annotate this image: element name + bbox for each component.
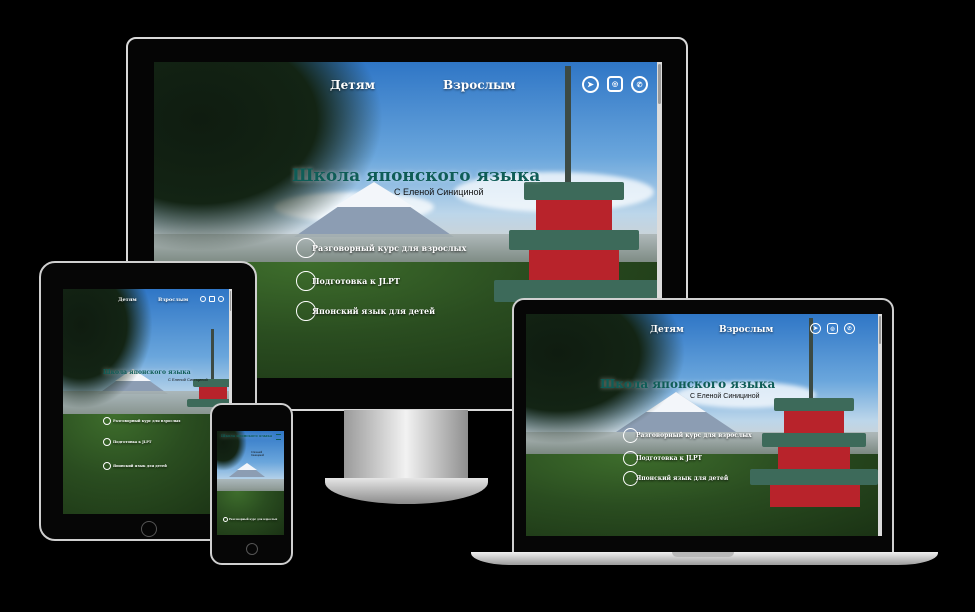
course-jlpt[interactable]: Подготовка к JLPT bbox=[623, 451, 702, 466]
instagram-icon[interactable] bbox=[209, 296, 215, 302]
nav-adults[interactable]: Взрослым bbox=[719, 325, 773, 335]
nav-adults[interactable]: Взрослым bbox=[158, 297, 188, 303]
nav-kids[interactable]: Детям bbox=[118, 297, 137, 303]
course-kids[interactable]: Японский язык для детей bbox=[103, 462, 167, 470]
course-kids[interactable]: Японский язык для детей bbox=[623, 471, 728, 486]
monitor-stand bbox=[344, 410, 468, 480]
course-conversation[interactable]: Разговорный курс для взрослых bbox=[223, 517, 277, 522]
telegram-icon[interactable]: ➤ bbox=[810, 323, 821, 334]
nav-kids[interactable]: Детям bbox=[330, 78, 375, 92]
page-subtitle: С Еленой Синициной bbox=[251, 451, 264, 457]
hero-image bbox=[526, 314, 882, 536]
course-conversation[interactable]: Разговорный курс для взрослых bbox=[623, 428, 752, 443]
tablet-home-button[interactable] bbox=[141, 521, 157, 537]
monitor-stand-base bbox=[325, 478, 488, 504]
page-subtitle: С Еленой Синициной bbox=[394, 187, 484, 197]
social-links bbox=[200, 296, 224, 302]
page-title: Школа японского языка bbox=[103, 369, 191, 376]
instagram-icon[interactable]: ◎ bbox=[827, 323, 838, 334]
tablet-screen: Детям Взрослым Школа японского языка С Е… bbox=[63, 289, 232, 514]
whatsapp-icon[interactable]: ✆ bbox=[631, 76, 648, 93]
course-bullet-icon bbox=[223, 517, 228, 522]
page-title: Школа японского языка bbox=[221, 434, 273, 438]
instagram-icon[interactable]: ◎ bbox=[607, 76, 623, 92]
hamburger-menu-icon[interactable] bbox=[276, 434, 281, 440]
whatsapp-icon[interactable] bbox=[218, 296, 224, 302]
nav-kids[interactable]: Детям bbox=[650, 325, 684, 335]
social-links: ➤ ◎ ✆ bbox=[810, 323, 855, 334]
hero-image bbox=[63, 289, 232, 514]
whatsapp-icon[interactable]: ✆ bbox=[844, 323, 855, 334]
course-jlpt[interactable]: Подготовка к JLPT bbox=[103, 438, 152, 446]
course-kids[interactable]: Японский язык для детей bbox=[296, 301, 435, 321]
telegram-icon[interactable] bbox=[200, 296, 206, 302]
page-subtitle: С Еленой Синициной bbox=[168, 377, 208, 382]
course-conversation[interactable]: Разговорный курс для взрослых bbox=[296, 238, 466, 258]
course-bullet-icon bbox=[103, 462, 111, 470]
course-bullet-icon bbox=[103, 417, 111, 425]
course-conversation[interactable]: Разговорный курс для взрослых bbox=[103, 417, 181, 425]
nav-adults[interactable]: Взрослым bbox=[443, 78, 515, 92]
phone-screen: Школа японского языка С Еленой Синициной… bbox=[217, 431, 284, 535]
laptop-notch bbox=[672, 552, 734, 557]
course-jlpt[interactable]: Подготовка к JLPT bbox=[296, 271, 400, 291]
page-subtitle: С Еленой Синициной bbox=[690, 393, 760, 400]
page-title: Школа японского языка bbox=[292, 166, 541, 186]
telegram-icon[interactable]: ➤ bbox=[582, 76, 599, 93]
social-links: ➤ ◎ ✆ bbox=[582, 76, 648, 93]
scrollbar[interactable] bbox=[878, 314, 882, 536]
course-bullet-icon bbox=[103, 438, 111, 446]
page-title: Школа японского языка bbox=[600, 377, 776, 391]
phone-home-button[interactable] bbox=[246, 543, 258, 555]
pagoda-image bbox=[744, 314, 882, 536]
laptop-screen: Детям Взрослым ➤ ◎ ✆ Школа японского язы… bbox=[526, 314, 882, 536]
